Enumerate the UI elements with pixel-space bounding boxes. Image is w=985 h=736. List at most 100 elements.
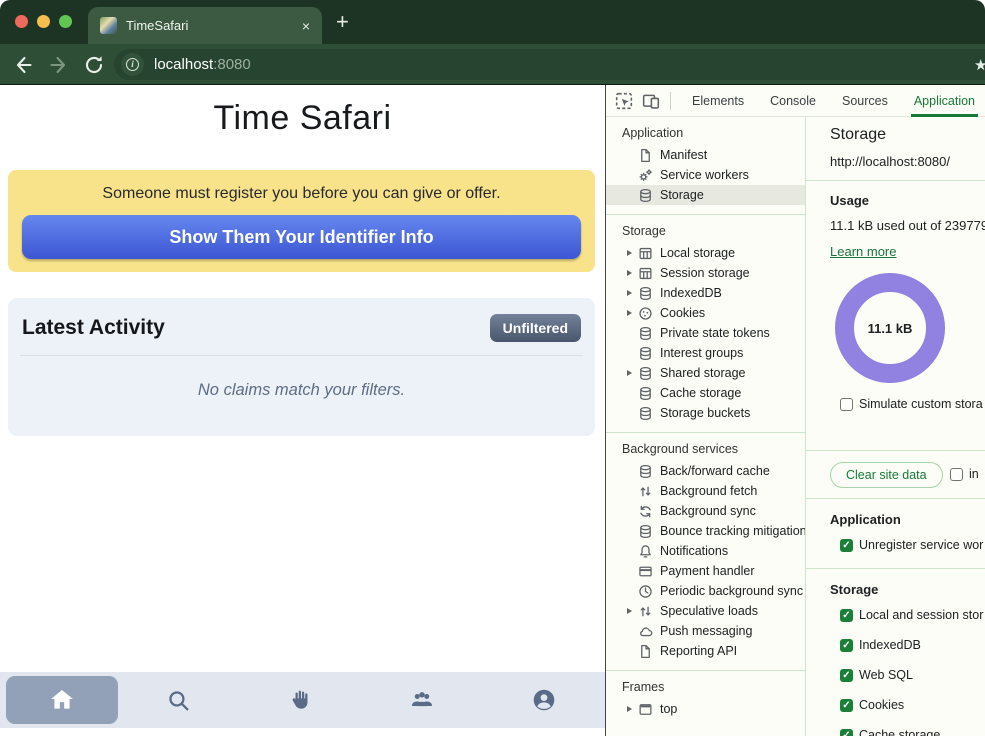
tree-item-reporting-api[interactable]: Reporting API <box>606 641 805 661</box>
window-controls <box>15 15 72 28</box>
search-icon <box>166 688 191 713</box>
minimize-window-button[interactable] <box>37 15 50 28</box>
storage-checkbox[interactable]: ✓ <box>840 609 853 622</box>
browser-tab[interactable]: TimeSafari × <box>88 7 322 44</box>
unregister-sw-row: ✓ Unregister service wor <box>840 538 983 552</box>
maximize-window-button[interactable] <box>59 15 72 28</box>
database-icon <box>638 286 653 301</box>
tree-item-periodic-background-sync[interactable]: Periodic background sync <box>606 581 805 601</box>
tree-item-storage-buckets[interactable]: Storage buckets <box>606 403 805 423</box>
forward-icon[interactable] <box>47 53 71 77</box>
tree-item-label: Push messaging <box>660 624 752 638</box>
nav-people-button[interactable] <box>362 672 484 728</box>
tree-item-label: Service workers <box>660 168 749 182</box>
nav-home-button[interactable] <box>6 676 118 724</box>
tree-item-indexeddb[interactable]: IndexedDB <box>606 283 805 303</box>
table-icon <box>638 246 653 261</box>
tree-item-service-workers[interactable]: Service workers <box>606 165 805 185</box>
tree-item-label: Storage <box>660 188 704 202</box>
nav-projects-button[interactable] <box>240 672 362 728</box>
tree-item-payment-handler[interactable]: Payment handler <box>606 561 805 581</box>
tree-item-label: Cookies <box>660 306 705 320</box>
tree-item-manifest[interactable]: Manifest <box>606 145 805 165</box>
tree-item-private-state-tokens[interactable]: Private state tokens <box>606 323 805 343</box>
reload-icon[interactable] <box>82 53 106 77</box>
tree-item-speculative-loads[interactable]: Speculative loads <box>606 601 805 621</box>
tree-item-cache-storage[interactable]: Cache storage <box>606 383 805 403</box>
usage-title: Usage <box>830 193 869 208</box>
tree-item-notifications[interactable]: Notifications <box>606 541 805 561</box>
tree-item-interest-groups[interactable]: Interest groups <box>606 343 805 363</box>
nav-search-button[interactable] <box>118 672 240 728</box>
sidebar-section: Frames top <box>606 670 805 728</box>
tree-item-storage[interactable]: Storage <box>606 185 805 205</box>
storage-checkbox[interactable]: ✓ <box>840 669 853 682</box>
chevron-right-icon[interactable] <box>627 370 632 376</box>
unfiltered-button[interactable]: Unfiltered <box>490 314 581 342</box>
tree-item-local-storage[interactable]: Local storage <box>606 243 805 263</box>
expander-slot <box>627 270 638 276</box>
chevron-right-icon[interactable] <box>627 608 632 614</box>
chevron-right-icon[interactable] <box>627 290 632 296</box>
unregister-sw-checkbox[interactable]: ✓ <box>840 539 853 552</box>
storage-checkbox[interactable]: ✓ <box>840 729 853 736</box>
tree-item-bounce-tracking-mitigation[interactable]: Bounce tracking mitigation <box>606 521 805 541</box>
storage-checkbox[interactable]: ✓ <box>840 699 853 712</box>
include-cookies-label: in <box>969 467 979 481</box>
clear-site-data-button[interactable]: Clear site data <box>830 462 943 488</box>
divider <box>806 568 985 569</box>
storage-checkbox-row: ✓Local and session stor <box>840 608 983 622</box>
new-tab-button[interactable]: + <box>336 9 349 35</box>
tree-item-shared-storage[interactable]: Shared storage <box>606 363 805 383</box>
tree-item-back-forward-cache[interactable]: Back/forward cache <box>606 461 805 481</box>
back-icon[interactable] <box>11 53 35 77</box>
tree-item-label: Reporting API <box>660 644 737 658</box>
tree-item-session-storage[interactable]: Session storage <box>606 263 805 283</box>
close-window-button[interactable] <box>15 15 28 28</box>
panel-origin: http://localhost:8080/ <box>830 154 950 169</box>
tree-item-cookies[interactable]: Cookies <box>606 303 805 323</box>
learn-more-link[interactable]: Learn more <box>830 244 896 259</box>
tree-item-label: Periodic background sync <box>660 584 803 598</box>
storage-checkbox[interactable]: ✓ <box>840 639 853 652</box>
tab-sources[interactable]: Sources <box>829 85 901 117</box>
tab-strip: TimeSafari × + <box>0 0 985 44</box>
tab-elements[interactable]: Elements <box>679 85 757 117</box>
chevron-right-icon[interactable] <box>627 270 632 276</box>
simulate-quota-checkbox[interactable] <box>840 398 853 411</box>
nav-profile-button[interactable] <box>483 672 605 728</box>
page-title: Time Safari <box>0 99 605 138</box>
bottom-navigation <box>0 672 605 728</box>
gears-icon <box>638 168 653 183</box>
registration-alert: Someone must register you before you can… <box>8 170 595 272</box>
tab-application[interactable]: Application <box>901 85 985 117</box>
tree-item-label: Local storage <box>660 246 735 260</box>
frame-icon <box>638 702 653 717</box>
include-cookies-checkbox[interactable] <box>950 468 963 481</box>
bookmark-star-icon[interactable]: ★ <box>974 56 985 74</box>
tree-item-label: top <box>660 702 677 716</box>
chevron-right-icon[interactable] <box>627 310 632 316</box>
tree-item-push-messaging[interactable]: Push messaging <box>606 621 805 641</box>
unregister-sw-label: Unregister service wor <box>859 538 983 552</box>
tree-item-label: Interest groups <box>660 346 743 360</box>
address-bar[interactable]: i localhost:8080 <box>114 49 985 80</box>
tab-console[interactable]: Console <box>757 85 829 117</box>
tab-close-icon[interactable]: × <box>302 19 310 33</box>
info-icon: i <box>126 58 139 71</box>
chevron-right-icon[interactable] <box>627 250 632 256</box>
inspect-element-icon[interactable] <box>615 92 633 110</box>
show-identifier-button[interactable]: Show Them Your Identifier Info <box>22 215 581 259</box>
sidebar-section: StorageLocal storageSession storageIndex… <box>606 214 805 432</box>
device-toolbar-icon[interactable] <box>642 92 660 110</box>
tree-item-top[interactable]: top <box>606 699 805 719</box>
cookie-icon <box>638 306 653 321</box>
chevron-right-icon[interactable] <box>627 706 632 712</box>
tree-item-background-fetch[interactable]: Background fetch <box>606 481 805 501</box>
tree-item-background-sync[interactable]: Background sync <box>606 501 805 521</box>
sidebar-section-title: Frames <box>606 677 805 699</box>
storage-checkbox-row: ✓IndexedDB <box>840 638 921 652</box>
site-info-button[interactable]: i <box>121 53 144 76</box>
database-icon <box>638 188 653 203</box>
tree-item-label: Background sync <box>660 504 756 518</box>
